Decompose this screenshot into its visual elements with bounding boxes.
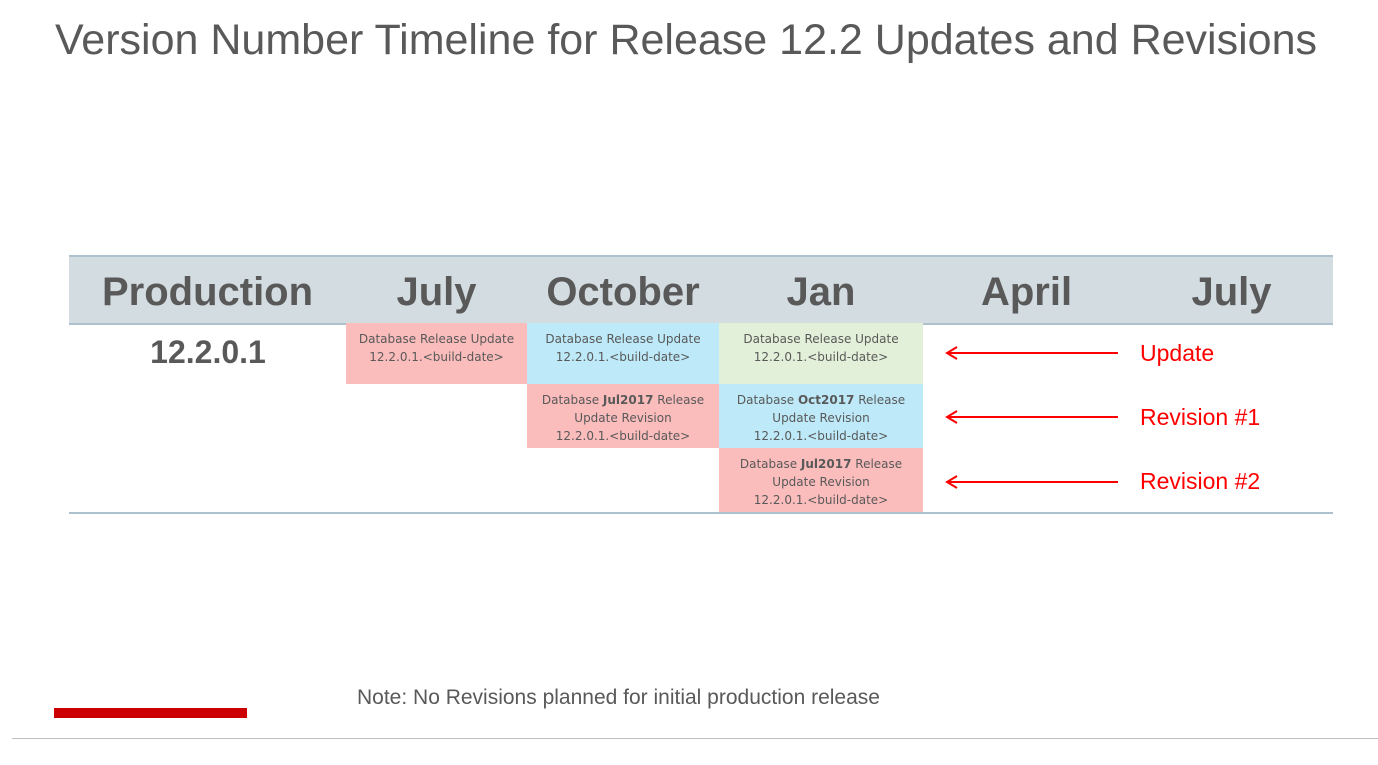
cell-line3: 12.2.0.1.<build-date> [555, 429, 691, 443]
cell-bold-tag: Oct2017 [797, 393, 855, 407]
annotation-revision-1: Revision #1 [1140, 404, 1261, 430]
production-version: 12.2.0.1 [150, 334, 266, 370]
footer-divider [12, 738, 1378, 739]
cell-line3: 12.2.0.1.<build-date> [555, 350, 691, 364]
cell-update-july: Database Release Update 12.2.0.1.<build-… [346, 323, 527, 384]
cell-line3: 12.2.0.1.<build-date> [753, 350, 889, 364]
arrow-left-icon [945, 475, 1118, 489]
footnote: Note: No Revisions planned for initial p… [357, 686, 880, 709]
arrow-left-icon [945, 346, 1118, 360]
cell-line1: Database Release Update [358, 332, 515, 346]
cell-line2: Update Revision [772, 411, 870, 425]
timeline-header: Production July October Jan April July [69, 255, 1333, 325]
table-bottom-rule [69, 512, 1333, 514]
cell-line1: Database Oct2017 Release [736, 393, 906, 407]
cell-line1: Database Release Update [545, 332, 701, 346]
arrow-left-icon [945, 410, 1118, 424]
cell-line2: Update Revision [772, 475, 870, 489]
header-jan: Jan [786, 270, 856, 314]
cell-revision1-jan: Database Oct2017 Release Update Revision… [719, 384, 923, 448]
cell-line1: Database Jul2017 Release [541, 393, 705, 407]
cell-update-october: Database Release Update 12.2.0.1.<build-… [527, 323, 719, 384]
header-july-2: July [1191, 270, 1272, 314]
cell-bold-tag: Jul2017 [800, 457, 852, 471]
cell-update-jan: Database Release Update 12.2.0.1.<build-… [719, 323, 923, 384]
cell-revision2-jan: Database Jul2017 Release Update Revision… [719, 448, 923, 512]
cell-line3: 12.2.0.1.<build-date> [369, 350, 504, 364]
annotation-update: Update [1140, 340, 1215, 366]
cell-line2: Update Revision [574, 411, 672, 425]
slide-title: Version Number Timeline for Release 12.2… [55, 16, 1317, 64]
cell-line1: Database Release Update [743, 332, 899, 346]
cell-line3: 12.2.0.1.<build-date> [753, 429, 889, 443]
header-april: April [980, 270, 1073, 314]
header-october: October [546, 270, 700, 314]
header-production: Production [101, 270, 314, 314]
accent-bar [54, 708, 247, 718]
cell-revision1-october: Database Jul2017 Release Update Revision… [527, 384, 719, 448]
cell-line3: 12.2.0.1.<build-date> [753, 493, 889, 507]
cell-bold-tag: Jul2017 [602, 393, 654, 407]
annotation-revision-2: Revision #2 [1140, 468, 1261, 494]
cell-line1: Database Jul2017 Release [739, 457, 903, 471]
header-july: July [396, 270, 477, 314]
